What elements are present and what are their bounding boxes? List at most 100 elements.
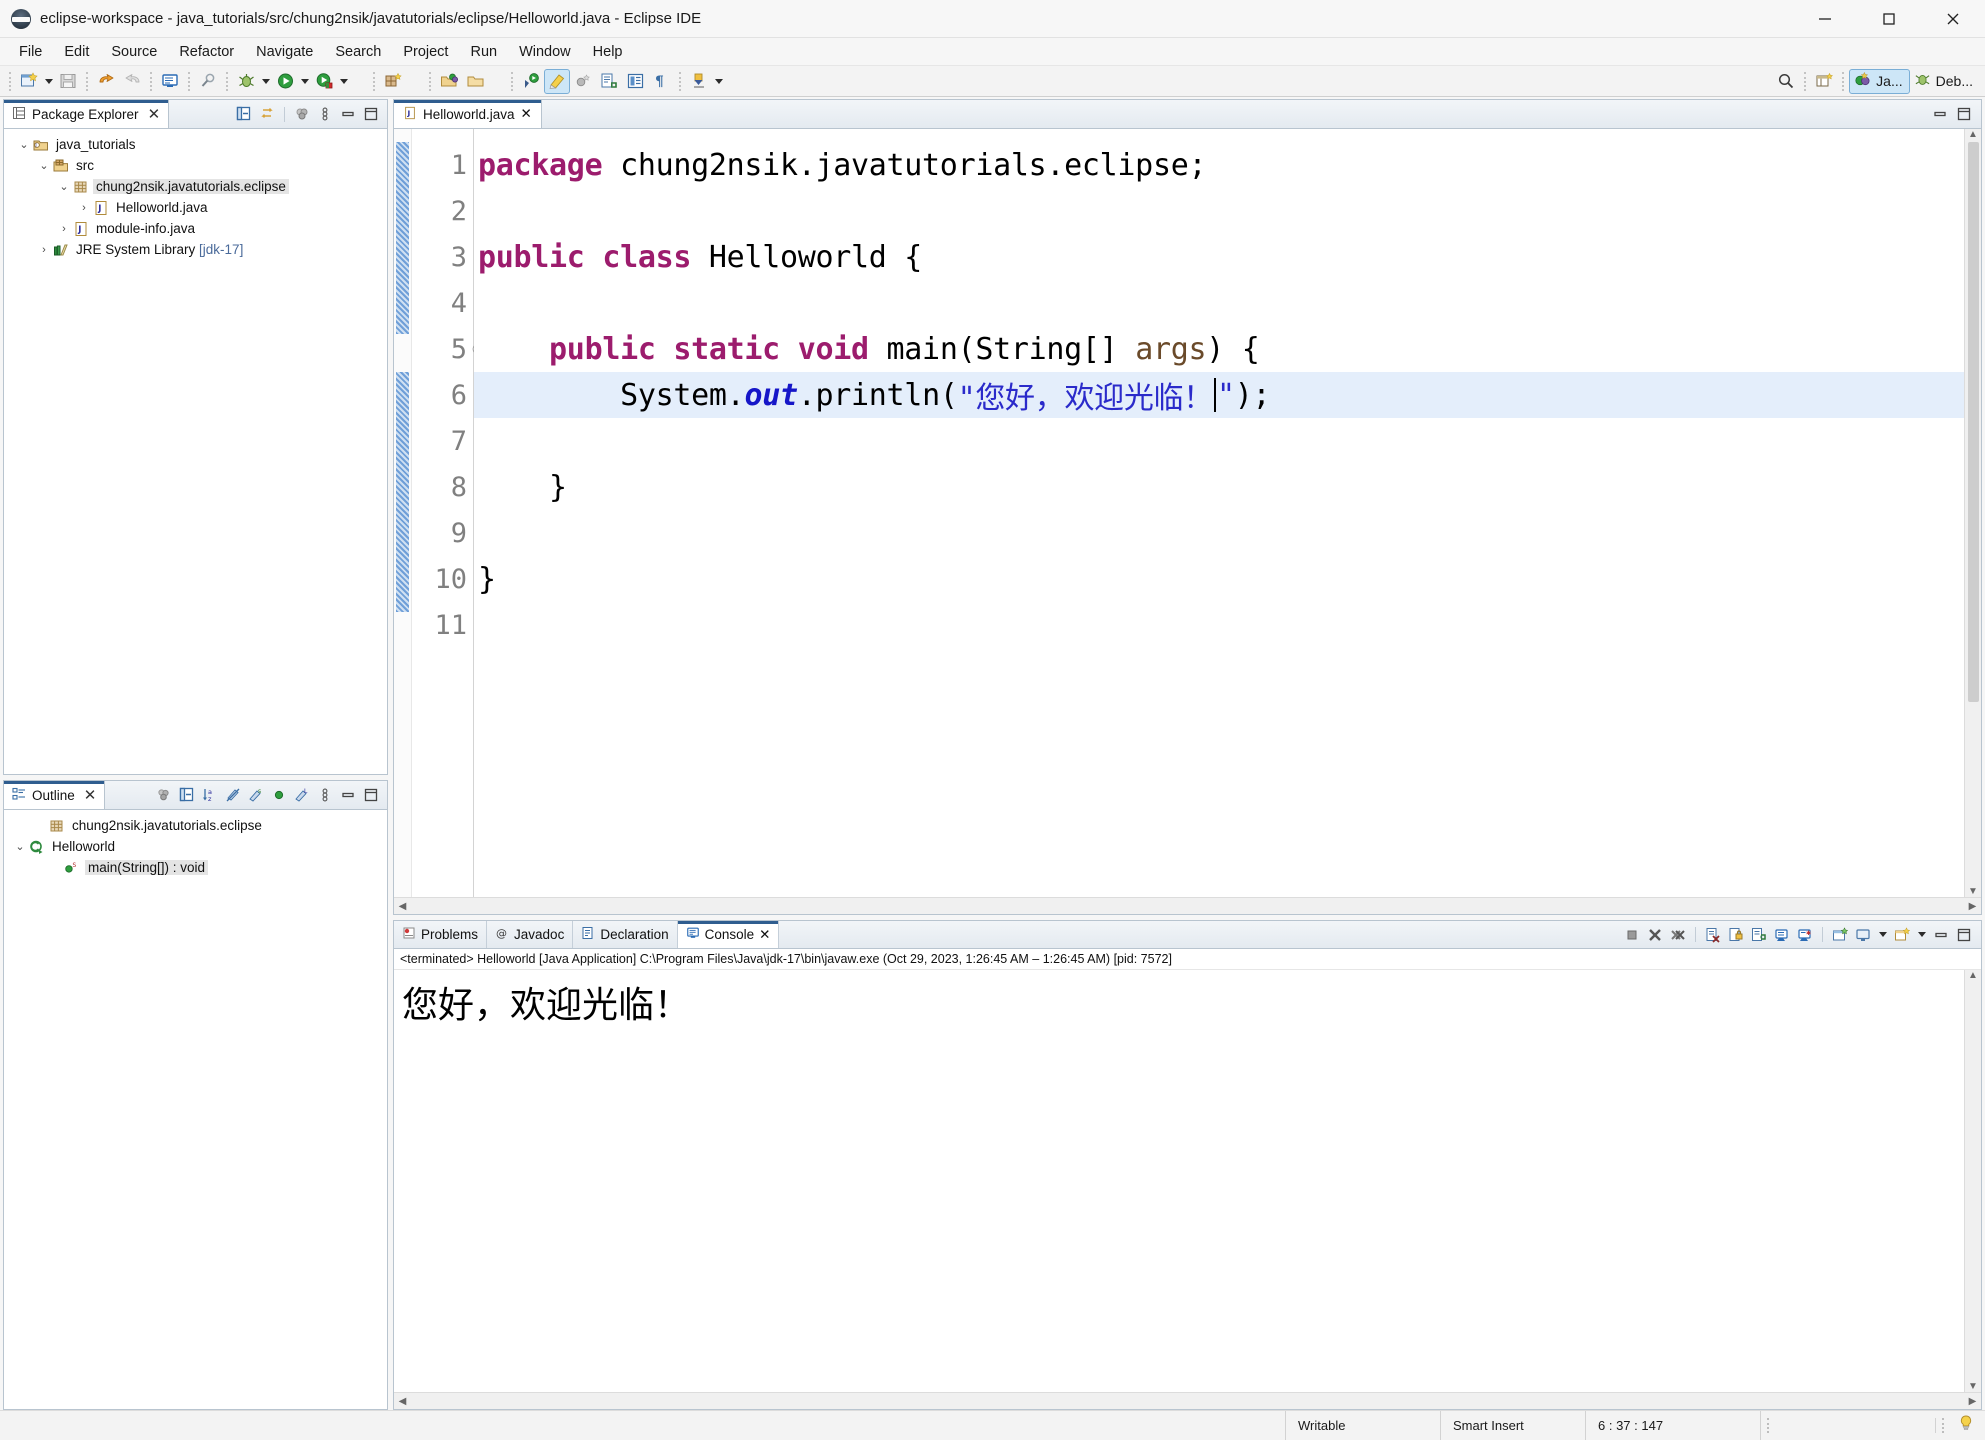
menu-search[interactable]: Search [324, 41, 392, 63]
word-wrap-icon[interactable] [1749, 925, 1769, 945]
show-console-error-icon[interactable]: ✱ [1795, 925, 1815, 945]
new-wizard-dropdown[interactable] [42, 69, 55, 94]
new-console-dropdown[interactable] [1915, 922, 1928, 947]
menu-help[interactable]: Help [582, 41, 634, 63]
code-line[interactable] [474, 602, 1964, 648]
focus-icon[interactable] [154, 785, 174, 805]
show-console-output-icon[interactable] [1772, 925, 1792, 945]
undo-icon[interactable] [93, 69, 119, 94]
scroll-up-arrow[interactable]: ▲ [1965, 970, 1982, 981]
download-icon[interactable] [686, 69, 712, 94]
open-task-icon[interactable] [462, 69, 488, 94]
tab-outline[interactable]: Outline ✕ [4, 781, 106, 809]
minimize-icon[interactable] [1931, 925, 1951, 945]
tree-item-module-info-java[interactable]: › J module-info.java [4, 218, 387, 239]
link-editor-icon[interactable] [596, 69, 622, 94]
chevron-right-icon[interactable]: › [56, 223, 72, 235]
scroll-right-arrow[interactable]: ▶ [1964, 1396, 1981, 1407]
clear-console-icon[interactable] [1703, 925, 1723, 945]
view-menu-icon[interactable] [315, 104, 335, 124]
open-perspective-icon[interactable] [1811, 69, 1837, 94]
console-output-area[interactable]: 您好，欢迎光临！ ▲ ▼ [394, 970, 1981, 1392]
coverage-dropdown[interactable] [337, 69, 350, 94]
search-icon[interactable] [1773, 69, 1799, 94]
maximize-icon[interactable] [361, 104, 381, 124]
display-console-icon[interactable] [1853, 925, 1873, 945]
scroll-up-arrow[interactable]: ▲ [1965, 129, 1982, 140]
chevron-right-icon[interactable]: › [36, 244, 52, 256]
hide-static-icon[interactable]: s [246, 785, 266, 805]
tab-helloworld-java[interactable]: J Helloworld.java ✕ [394, 100, 542, 128]
open-type-icon[interactable] [436, 69, 462, 94]
menu-file[interactable]: File [8, 41, 53, 63]
chevron-down-icon[interactable]: ⌄ [36, 159, 52, 172]
menu-navigate[interactable]: Navigate [245, 41, 324, 63]
console-horizontal-scrollbar[interactable]: ◀ ▶ [394, 1392, 1981, 1409]
menu-run[interactable]: Run [459, 41, 508, 63]
menu-project[interactable]: Project [392, 41, 459, 63]
close-icon[interactable]: ✕ [521, 106, 532, 122]
perspective-java[interactable]: Ja... [1849, 68, 1910, 94]
maximize-icon[interactable] [1954, 104, 1974, 124]
tree-item-src[interactable]: ⌄ src [4, 155, 387, 176]
debug-icon[interactable] [233, 69, 259, 94]
view-menu-filter-icon[interactable] [292, 104, 312, 124]
tab-console[interactable]: Console ✕ [677, 921, 780, 948]
code-line[interactable] [474, 418, 1964, 464]
scroll-down-arrow[interactable]: ▼ [1965, 1381, 1982, 1392]
chevron-down-icon[interactable]: ⌄ [12, 840, 28, 853]
minimize-button[interactable] [1793, 0, 1857, 38]
menu-window[interactable]: Window [508, 41, 582, 63]
run-icon[interactable] [272, 69, 298, 94]
redo-icon[interactable] [119, 69, 145, 94]
link-with-editor-icon[interactable] [257, 104, 277, 124]
hide-local-icon[interactable]: L [292, 785, 312, 805]
close-icon[interactable]: ✕ [148, 107, 161, 122]
tab-package-explorer[interactable]: Package Explorer ✕ [4, 100, 170, 128]
scroll-left-arrow[interactable]: ◀ [394, 901, 411, 912]
run-dropdown[interactable] [298, 69, 311, 94]
scroll-lock-icon[interactable] [1726, 925, 1746, 945]
show-whitespace-icon[interactable] [622, 69, 648, 94]
close-icon[interactable]: ✕ [84, 788, 97, 803]
tree-item-java-tutorials[interactable]: ⌄ J java_tutorials [4, 134, 387, 155]
outline-item-class[interactable]: ⌄ Helloworld [4, 836, 387, 857]
annotation-ruler[interactable] [394, 129, 412, 897]
tree-item-helloworld-java[interactable]: › J Helloworld.java [4, 197, 387, 218]
code-line[interactable] [474, 280, 1964, 326]
new-package-icon[interactable] [380, 69, 406, 94]
tree-item-package[interactable]: ⌄ chung2nsik.javatutorials.eclipse [4, 176, 387, 197]
scroll-left-arrow[interactable]: ◀ [394, 1396, 411, 1407]
hide-fields-icon[interactable] [223, 785, 243, 805]
code-line[interactable] [474, 188, 1964, 234]
maximize-icon[interactable] [361, 785, 381, 805]
outline-item-package[interactable]: chung2nsik.javatutorials.eclipse [4, 815, 387, 836]
view-menu-icon[interactable] [315, 785, 335, 805]
skip-breakpoints-icon[interactable] [570, 69, 596, 94]
chevron-right-icon[interactable]: › [76, 202, 92, 214]
download-dropdown[interactable] [712, 69, 725, 94]
editor-horizontal-scrollbar[interactable]: ◀ ▶ [394, 897, 1981, 914]
tree-item-jre-system-library[interactable]: › JRE System Library [jdk-17] [4, 239, 387, 260]
display-console-dropdown[interactable] [1876, 922, 1889, 947]
minimize-icon[interactable] [1930, 104, 1950, 124]
close-button[interactable] [1921, 0, 1985, 38]
maximize-icon[interactable] [1954, 925, 1974, 945]
hide-nonpublic-icon[interactable] [269, 785, 289, 805]
code-line[interactable]: } [474, 556, 1964, 602]
perspective-debug[interactable]: Deb... [1910, 69, 1979, 94]
coverage-icon[interactable] [311, 69, 337, 94]
console-icon[interactable] [157, 69, 183, 94]
collapse-all-icon[interactable] [234, 104, 254, 124]
chevron-down-icon[interactable]: ⌄ [56, 180, 72, 193]
save-icon[interactable] [55, 69, 81, 94]
code-line[interactable]: public class Helloworld { [474, 234, 1964, 280]
remove-all-launches-icon[interactable] [1668, 925, 1688, 945]
terminate-icon[interactable] [1622, 925, 1642, 945]
tab-problems[interactable]: Problems [394, 921, 488, 948]
tab-javadoc[interactable]: @ Javadoc [487, 921, 574, 948]
minimize-icon[interactable] [338, 785, 358, 805]
code-text-area[interactable]: package chung2nsik.javatutorials.eclipse… [474, 129, 1964, 897]
code-line[interactable]: System. out .println("您好，欢迎光临！ "); [474, 372, 1964, 418]
lightbulb-icon[interactable] [1957, 1414, 1975, 1437]
